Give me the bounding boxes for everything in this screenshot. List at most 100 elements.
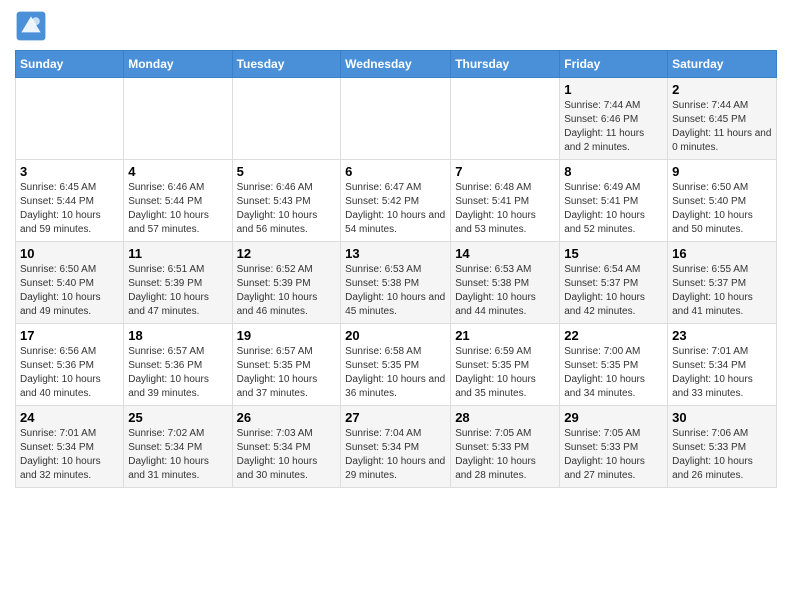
day-cell: 1 Sunrise: 7:44 AM Sunset: 6:46 PM Daylig… bbox=[560, 78, 668, 160]
day-number: 7 bbox=[455, 164, 555, 179]
week-row-4: 17 Sunrise: 6:56 AM Sunset: 5:36 PM Dayli… bbox=[16, 324, 777, 406]
day-info: Sunrise: 6:50 AM Sunset: 5:40 PM Dayligh… bbox=[20, 263, 119, 319]
day-cell: 13 Sunrise: 6:53 AM Sunset: 5:38 PM Dayli… bbox=[341, 242, 451, 324]
day-info: Sunrise: 6:45 AM Sunset: 5:44 PM Dayligh… bbox=[20, 181, 119, 237]
day-info: Sunrise: 7:06 AM Sunset: 5:33 PM Dayligh… bbox=[672, 427, 772, 483]
day-info: Sunrise: 7:44 AM Sunset: 6:45 PM Dayligh… bbox=[672, 99, 772, 155]
day-number: 3 bbox=[20, 164, 119, 179]
day-cell: 24Sunrise: 7:01 AM Sunset: 5:34 PM Dayli… bbox=[16, 406, 124, 488]
week-row-1: 1 Sunrise: 7:44 AM Sunset: 6:46 PM Daylig… bbox=[16, 78, 777, 160]
logo bbox=[15, 10, 51, 42]
day-cell: 17 Sunrise: 6:56 AM Sunset: 5:36 PM Dayli… bbox=[16, 324, 124, 406]
day-info: Sunrise: 7:01 AM Sunset: 5:34 PM Dayligh… bbox=[672, 345, 772, 401]
day-info: Sunrise: 6:47 AM Sunset: 5:42 PM Dayligh… bbox=[345, 181, 446, 237]
day-info: Sunrise: 7:44 AM Sunset: 6:46 PM Dayligh… bbox=[564, 99, 663, 155]
day-number: 19 bbox=[237, 328, 337, 343]
column-header-saturday: Saturday bbox=[668, 51, 777, 78]
day-number: 13 bbox=[345, 246, 446, 261]
day-number: 27 bbox=[345, 410, 446, 425]
day-cell: 19 Sunrise: 6:57 AM Sunset: 5:35 PM Dayli… bbox=[232, 324, 341, 406]
day-info: Sunrise: 7:01 AM Sunset: 5:34 PM Dayligh… bbox=[20, 427, 119, 483]
day-cell bbox=[124, 78, 232, 160]
column-header-wednesday: Wednesday bbox=[341, 51, 451, 78]
day-cell: 22 Sunrise: 7:00 AM Sunset: 5:35 PM Dayli… bbox=[560, 324, 668, 406]
day-info: Sunrise: 7:04 AM Sunset: 5:34 PM Dayligh… bbox=[345, 427, 446, 483]
day-number: 23 bbox=[672, 328, 772, 343]
day-number: 26 bbox=[237, 410, 337, 425]
day-number: 8 bbox=[564, 164, 663, 179]
day-cell bbox=[451, 78, 560, 160]
day-number: 4 bbox=[128, 164, 227, 179]
column-header-monday: Monday bbox=[124, 51, 232, 78]
day-cell: 7 Sunrise: 6:48 AM Sunset: 5:41 PM Daylig… bbox=[451, 160, 560, 242]
day-number: 9 bbox=[672, 164, 772, 179]
header-row: SundayMondayTuesdayWednesdayThursdayFrid… bbox=[16, 51, 777, 78]
column-header-tuesday: Tuesday bbox=[232, 51, 341, 78]
day-info: Sunrise: 6:54 AM Sunset: 5:37 PM Dayligh… bbox=[564, 263, 663, 319]
day-cell: 26Sunrise: 7:03 AM Sunset: 5:34 PM Dayli… bbox=[232, 406, 341, 488]
day-cell: 10 Sunrise: 6:50 AM Sunset: 5:40 PM Dayli… bbox=[16, 242, 124, 324]
day-info: Sunrise: 6:53 AM Sunset: 5:38 PM Dayligh… bbox=[345, 263, 446, 319]
day-number: 20 bbox=[345, 328, 446, 343]
day-number: 1 bbox=[564, 82, 663, 97]
day-info: Sunrise: 6:57 AM Sunset: 5:36 PM Dayligh… bbox=[128, 345, 227, 401]
day-cell: 29 Sunrise: 7:05 AM Sunset: 5:33 PM Dayli… bbox=[560, 406, 668, 488]
day-info: Sunrise: 7:05 AM Sunset: 5:33 PM Dayligh… bbox=[455, 427, 555, 483]
day-number: 29 bbox=[564, 410, 663, 425]
day-info: Sunrise: 6:46 AM Sunset: 5:43 PM Dayligh… bbox=[237, 181, 337, 237]
day-cell: 20Sunrise: 6:58 AM Sunset: 5:35 PM Dayli… bbox=[341, 324, 451, 406]
day-info: Sunrise: 6:49 AM Sunset: 5:41 PM Dayligh… bbox=[564, 181, 663, 237]
day-cell: 23 Sunrise: 7:01 AM Sunset: 5:34 PM Dayli… bbox=[668, 324, 777, 406]
day-cell: 11Sunrise: 6:51 AM Sunset: 5:39 PM Dayli… bbox=[124, 242, 232, 324]
column-header-friday: Friday bbox=[560, 51, 668, 78]
day-info: Sunrise: 6:53 AM Sunset: 5:38 PM Dayligh… bbox=[455, 263, 555, 319]
day-cell: 12Sunrise: 6:52 AM Sunset: 5:39 PM Dayli… bbox=[232, 242, 341, 324]
day-info: Sunrise: 6:56 AM Sunset: 5:36 PM Dayligh… bbox=[20, 345, 119, 401]
column-header-thursday: Thursday bbox=[451, 51, 560, 78]
day-info: Sunrise: 6:48 AM Sunset: 5:41 PM Dayligh… bbox=[455, 181, 555, 237]
page-header bbox=[15, 10, 777, 42]
day-number: 15 bbox=[564, 246, 663, 261]
day-cell: 25 Sunrise: 7:02 AM Sunset: 5:34 PM Dayli… bbox=[124, 406, 232, 488]
day-cell bbox=[16, 78, 124, 160]
day-info: Sunrise: 6:46 AM Sunset: 5:44 PM Dayligh… bbox=[128, 181, 227, 237]
day-info: Sunrise: 6:51 AM Sunset: 5:39 PM Dayligh… bbox=[128, 263, 227, 319]
day-info: Sunrise: 7:00 AM Sunset: 5:35 PM Dayligh… bbox=[564, 345, 663, 401]
day-info: Sunrise: 7:02 AM Sunset: 5:34 PM Dayligh… bbox=[128, 427, 227, 483]
day-info: Sunrise: 7:05 AM Sunset: 5:33 PM Dayligh… bbox=[564, 427, 663, 483]
day-cell: 8 Sunrise: 6:49 AM Sunset: 5:41 PM Daylig… bbox=[560, 160, 668, 242]
day-number: 14 bbox=[455, 246, 555, 261]
day-info: Sunrise: 6:55 AM Sunset: 5:37 PM Dayligh… bbox=[672, 263, 772, 319]
day-number: 2 bbox=[672, 82, 772, 97]
day-cell: 18 Sunrise: 6:57 AM Sunset: 5:36 PM Dayli… bbox=[124, 324, 232, 406]
day-cell: 6 Sunrise: 6:47 AM Sunset: 5:42 PM Daylig… bbox=[341, 160, 451, 242]
week-row-5: 24Sunrise: 7:01 AM Sunset: 5:34 PM Dayli… bbox=[16, 406, 777, 488]
day-number: 21 bbox=[455, 328, 555, 343]
day-cell bbox=[232, 78, 341, 160]
day-number: 18 bbox=[128, 328, 227, 343]
day-number: 17 bbox=[20, 328, 119, 343]
day-info: Sunrise: 6:59 AM Sunset: 5:35 PM Dayligh… bbox=[455, 345, 555, 401]
calendar-body: 1 Sunrise: 7:44 AM Sunset: 6:46 PM Daylig… bbox=[16, 78, 777, 488]
day-cell: 14 Sunrise: 6:53 AM Sunset: 5:38 PM Dayli… bbox=[451, 242, 560, 324]
day-cell: 4 Sunrise: 6:46 AM Sunset: 5:44 PM Daylig… bbox=[124, 160, 232, 242]
logo-icon bbox=[15, 10, 47, 42]
calendar-table: SundayMondayTuesdayWednesdayThursdayFrid… bbox=[15, 50, 777, 488]
day-number: 16 bbox=[672, 246, 772, 261]
day-number: 22 bbox=[564, 328, 663, 343]
calendar-header: SundayMondayTuesdayWednesdayThursdayFrid… bbox=[16, 51, 777, 78]
day-info: Sunrise: 6:57 AM Sunset: 5:35 PM Dayligh… bbox=[237, 345, 337, 401]
day-cell: 21 Sunrise: 6:59 AM Sunset: 5:35 PM Dayli… bbox=[451, 324, 560, 406]
day-cell: 16 Sunrise: 6:55 AM Sunset: 5:37 PM Dayli… bbox=[668, 242, 777, 324]
day-number: 12 bbox=[237, 246, 337, 261]
day-number: 10 bbox=[20, 246, 119, 261]
day-cell: 2 Sunrise: 7:44 AM Sunset: 6:45 PM Daylig… bbox=[668, 78, 777, 160]
column-header-sunday: Sunday bbox=[16, 51, 124, 78]
day-number: 30 bbox=[672, 410, 772, 425]
week-row-2: 3 Sunrise: 6:45 AM Sunset: 5:44 PM Daylig… bbox=[16, 160, 777, 242]
day-cell: 3 Sunrise: 6:45 AM Sunset: 5:44 PM Daylig… bbox=[16, 160, 124, 242]
day-cell: 15 Sunrise: 6:54 AM Sunset: 5:37 PM Dayli… bbox=[560, 242, 668, 324]
day-number: 25 bbox=[128, 410, 227, 425]
day-number: 6 bbox=[345, 164, 446, 179]
day-cell: 28Sunrise: 7:05 AM Sunset: 5:33 PM Dayli… bbox=[451, 406, 560, 488]
